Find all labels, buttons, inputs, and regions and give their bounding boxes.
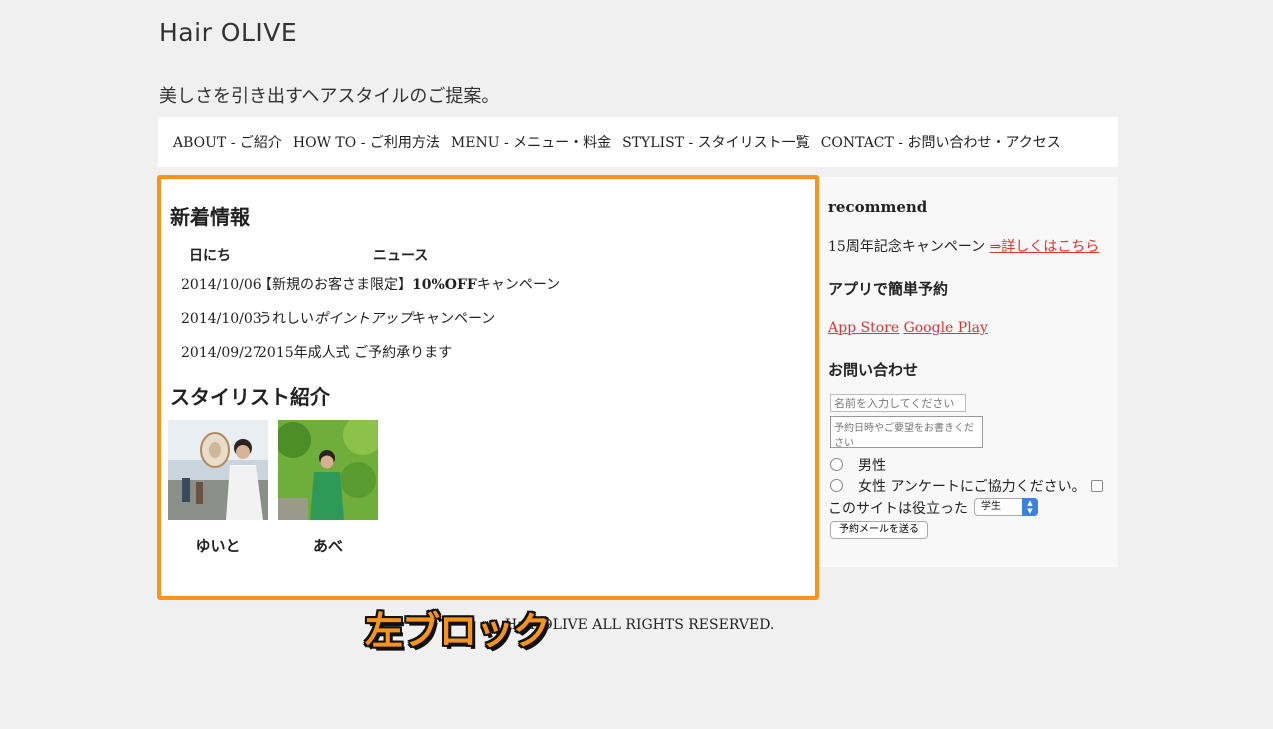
news-text: 【新規のお客さま限定】	[258, 277, 412, 293]
news-row: 2014/10/06【新規のお客さま限定】10%OFFキャンペーン	[181, 274, 560, 294]
news-text: キャンペーン	[476, 277, 561, 293]
news-text: 2015年成人式 ご予約承ります	[258, 345, 453, 361]
select-value: 学生	[981, 501, 1001, 512]
main-nav: ABOUT - ご紹介 HOW TO - ご利用方法 MENU - メニュー・料…	[158, 117, 1118, 167]
stylist-card[interactable]: あべ	[278, 420, 378, 556]
survey-checkbox[interactable]	[1091, 480, 1103, 492]
name-input[interactable]	[830, 394, 966, 412]
radio-male-label: 男性	[858, 458, 886, 474]
message-textarea[interactable]	[830, 416, 983, 448]
radio-female[interactable]	[830, 479, 843, 492]
contact-heading: お問い合わせ	[828, 361, 919, 379]
app-heading: アプリで簡単予約	[828, 280, 949, 298]
site-tagline: 美しさを引き出すヘアスタイルのご提案。	[159, 86, 500, 107]
radio-female-label: 女性	[858, 479, 886, 495]
annotation-label: 左ブロック	[365, 609, 551, 653]
news-row: 2014/09/272015年成人式 ご予約承ります	[181, 342, 452, 362]
survey-label: アンケートにご協力ください。	[890, 479, 1086, 495]
select-arrows-icon: ▲ ▼	[1022, 498, 1038, 516]
stylist-name: ゆいと	[195, 537, 241, 555]
stylist-photo[interactable]	[168, 420, 268, 520]
useful-label: このサイトは役立った	[828, 501, 968, 517]
nav-item-menu[interactable]: MENU - メニュー・料金	[451, 132, 611, 152]
stylist-heading: スタイリスト紹介	[170, 385, 330, 409]
campaign-details-link[interactable]: ⇒詳しくはこちら	[990, 239, 1100, 255]
nav-item-stylist[interactable]: STYLIST - スタイリスト一覧	[622, 132, 810, 152]
nav-item-about[interactable]: ABOUT - ご紹介	[173, 132, 282, 152]
news-date: 2014/10/03	[181, 311, 262, 327]
radio-male[interactable]	[830, 458, 843, 471]
submit-button[interactable]: 予約メールを送る	[830, 521, 928, 539]
app-links: App Store Google Play	[828, 320, 988, 336]
sidebar: recommend 15周年記念キャンペーン ⇒詳しくはこちら アプリで簡単予約…	[819, 177, 1118, 567]
recommend-heading: recommend	[828, 198, 928, 216]
news-row: 2014/10/03うれしいポイントアップキャンペーン	[181, 308, 495, 328]
news-text-bold: 10%OFF	[412, 277, 477, 293]
radio-female-row: 女性 アンケートにご協力ください。	[858, 476, 1086, 496]
nav-item-contact[interactable]: CONTACT - お問い合わせ・アクセス	[821, 132, 1061, 152]
google-play-link[interactable]: Google Play	[904, 320, 988, 336]
news-heading: 新着情報	[170, 205, 250, 229]
nav-item-howto[interactable]: HOW TO - ご利用方法	[293, 132, 440, 152]
stylist-photo[interactable]	[278, 420, 378, 520]
campaign-row: 15周年記念キャンペーン ⇒詳しくはこちら	[828, 236, 1099, 256]
stylist-card[interactable]: ゆいと	[168, 420, 268, 556]
site-logo[interactable]: Hair OLIVE	[159, 18, 297, 47]
campaign-text: 15周年記念キャンペーン	[828, 239, 986, 255]
news-column-news: ニュース	[373, 248, 429, 264]
news-column-date: 日にち	[189, 248, 231, 264]
news-text: うれしい	[258, 311, 314, 327]
news-date: 2014/10/06	[181, 277, 262, 293]
news-date: 2014/09/27	[181, 345, 262, 361]
app-store-link[interactable]: App Store	[828, 320, 899, 336]
stylist-name: あべ	[312, 537, 343, 555]
news-text: キャンペーン	[412, 311, 496, 327]
useful-select[interactable]: 学生 ▲ ▼	[974, 498, 1038, 516]
news-text-italic: ポイントアップ	[314, 311, 412, 327]
left-block: 新着情報 日にち ニュース 2014/10/06【新規のお客さま限定】10%OF…	[157, 175, 819, 600]
